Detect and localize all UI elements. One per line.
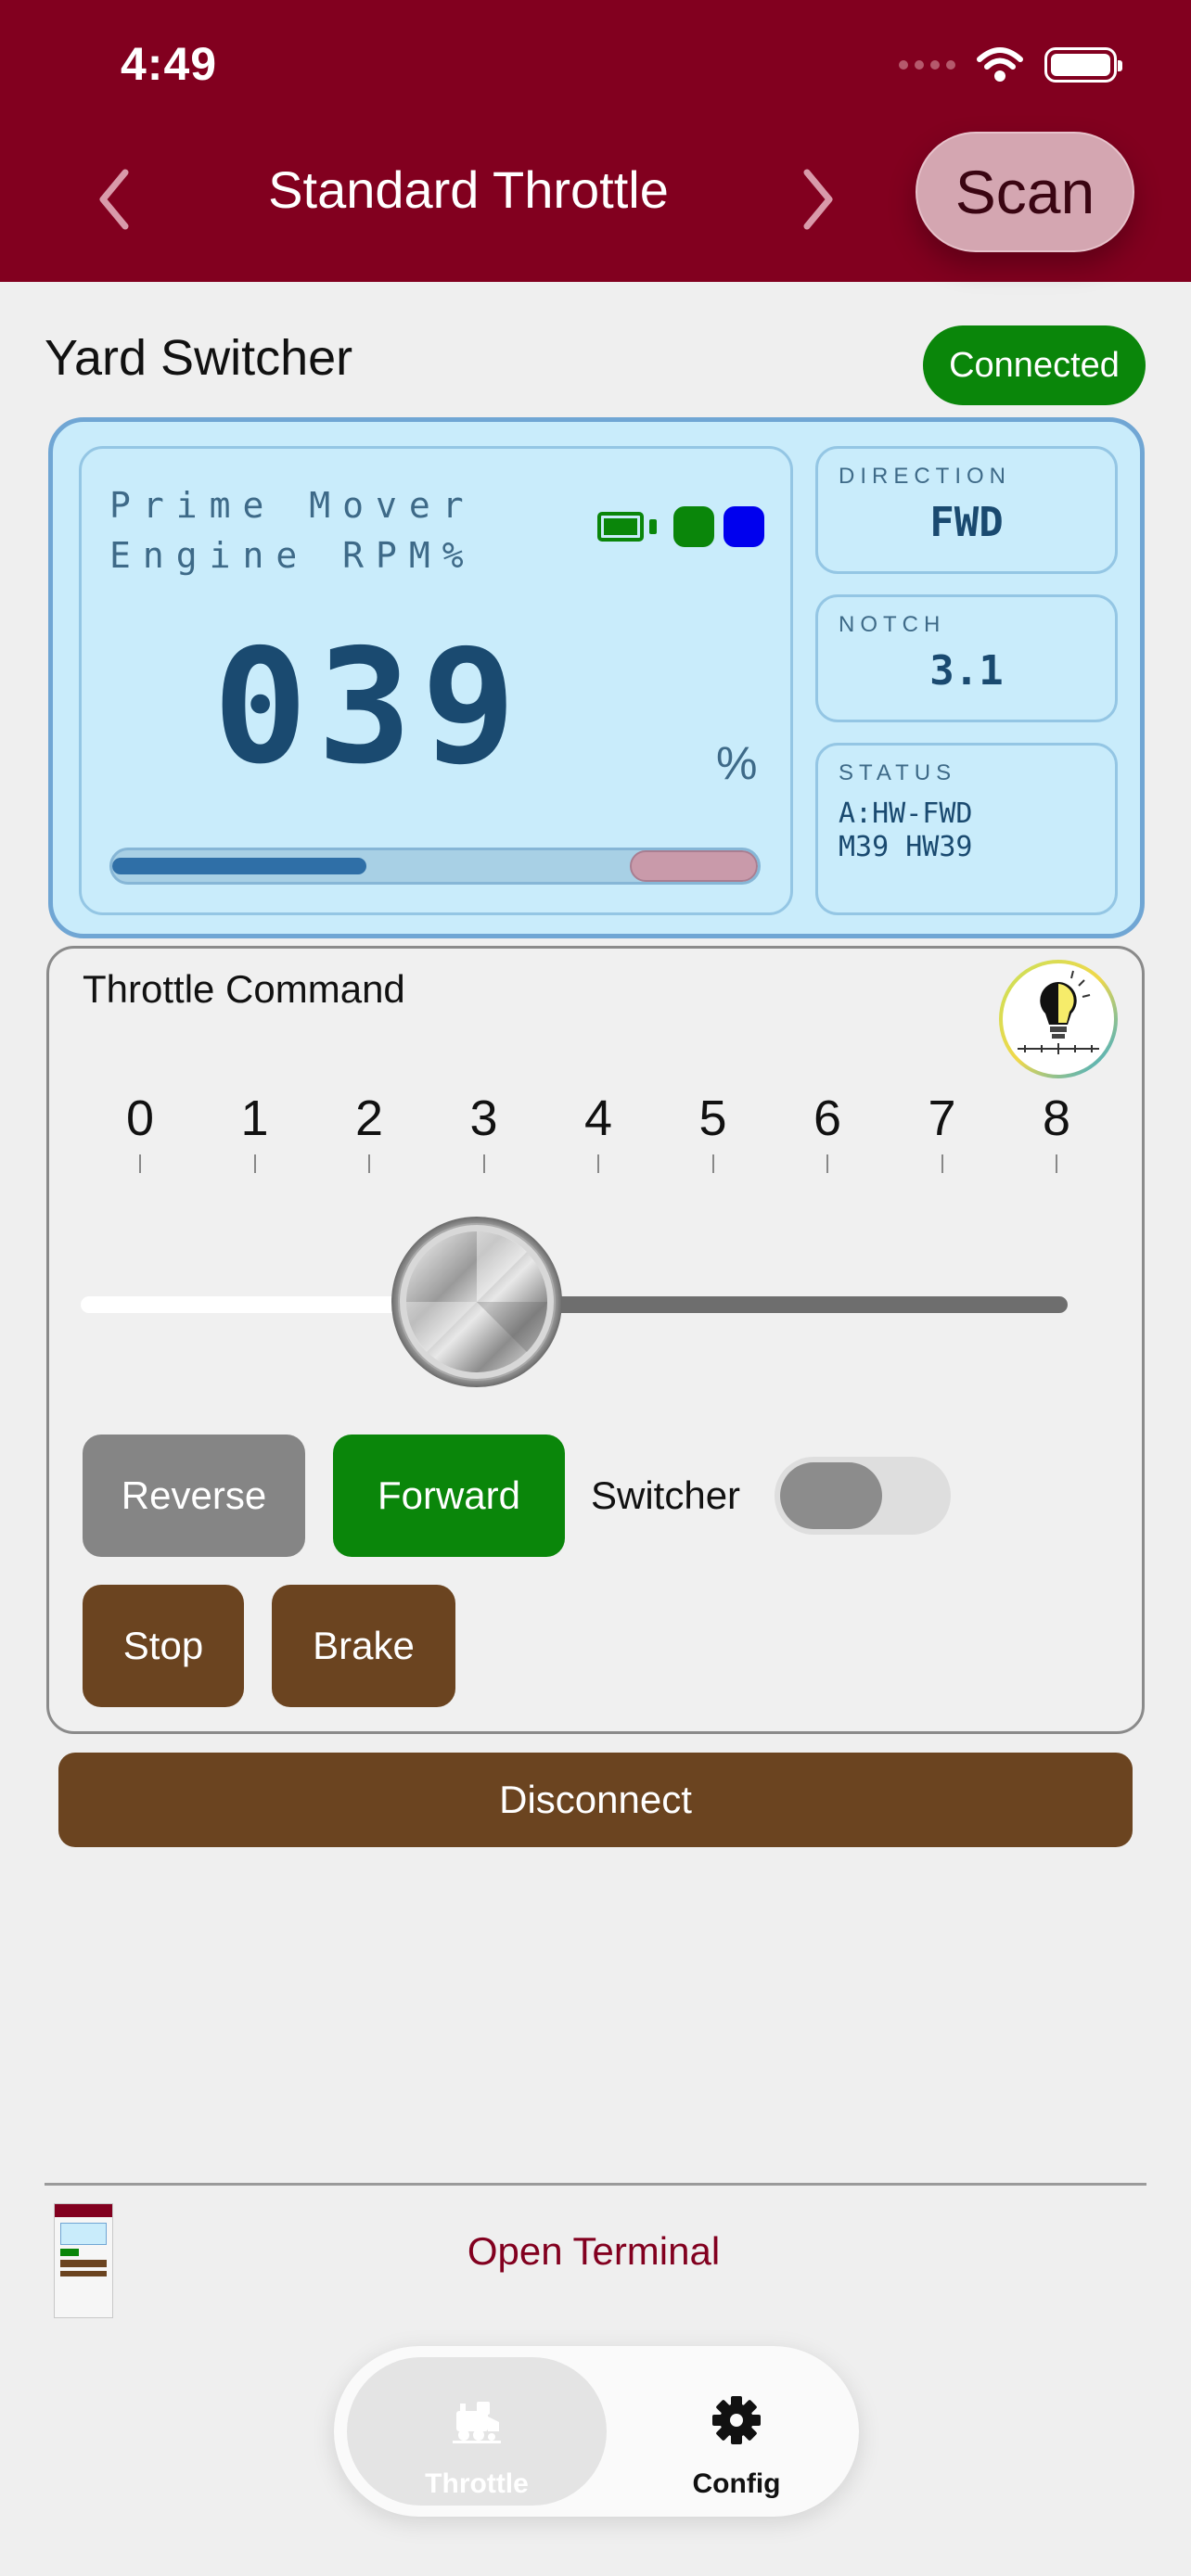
reverse-button[interactable]: Reverse <box>83 1435 305 1557</box>
light-bulb-icon[interactable] <box>997 958 1120 1080</box>
tab-throttle-label: Throttle <box>425 2468 529 2499</box>
rpm-progress-fill <box>112 858 366 874</box>
direction-card: DIRECTION FWD <box>815 446 1118 574</box>
nav-header: 4:49 Standard Throttle Scan <box>0 0 1191 282</box>
notch-tick-mark <box>139 1154 141 1173</box>
status-time: 4:49 <box>121 38 218 90</box>
divider <box>45 2183 1146 2186</box>
tab-config[interactable]: Config <box>627 2357 846 2506</box>
notch-tick-label: 8 <box>1042 1090 1071 1146</box>
status-line1: A:HW-FWD <box>839 797 973 830</box>
rpm-progress-bar <box>109 848 761 885</box>
notch-tick-label: 3 <box>469 1090 498 1146</box>
status-icons <box>899 46 1122 83</box>
rpm-card: Prime Mover Engine RPM% 039 % <box>79 446 793 915</box>
status-card: STATUS A:HW-FWD M39 HW39 <box>815 743 1118 915</box>
status-light-blue <box>724 506 764 547</box>
train-icon <box>453 2402 501 2443</box>
status-label: STATUS <box>839 760 957 785</box>
notch-tick-mark <box>826 1154 828 1173</box>
switcher-toggle[interactable] <box>775 1457 951 1535</box>
wifi-icon <box>977 47 1023 82</box>
stop-button[interactable]: Stop <box>83 1585 244 1707</box>
notch-card: NOTCH 3.1 <box>815 594 1118 722</box>
brake-button[interactable]: Brake <box>272 1585 455 1707</box>
chevron-right-icon[interactable] <box>800 167 837 232</box>
indicator-lights <box>597 506 764 547</box>
status-line2: M39 HW39 <box>839 831 973 863</box>
chevron-left-icon[interactable] <box>96 167 133 232</box>
open-terminal-link[interactable]: Open Terminal <box>315 2229 872 2274</box>
notch-tick-mark <box>482 1154 485 1173</box>
cellular-signal-icon <box>899 60 955 70</box>
scan-button[interactable]: Scan <box>916 132 1134 252</box>
battery-icon <box>1044 47 1122 83</box>
rpm-label-line1: Prime Mover <box>109 485 476 526</box>
throttle-command-title: Throttle Command <box>83 967 405 1011</box>
rpm-label: Prime Mover Engine RPM% <box>109 480 476 580</box>
power-indicator-tip <box>649 519 657 534</box>
gear-icon <box>712 2396 761 2444</box>
disconnect-button[interactable]: Disconnect <box>58 1753 1133 1847</box>
notch-tick-label: 4 <box>583 1090 613 1146</box>
notch-tick-mark <box>1056 1154 1057 1173</box>
notch-tick-label: 2 <box>354 1090 384 1146</box>
rpm-unit: % <box>716 737 758 789</box>
direction-value: FWD <box>929 499 1004 546</box>
rpm-label-line2: Engine RPM% <box>109 535 476 576</box>
power-indicator-icon <box>597 512 644 542</box>
rpm-redline-zone <box>630 850 758 882</box>
throttle-knob[interactable] <box>389 1214 565 1390</box>
terminal-thumbnail[interactable] <box>54 2203 113 2318</box>
notch-label: NOTCH <box>839 612 946 637</box>
slider-track-empty[interactable] <box>513 1296 1068 1313</box>
telemetry-display: Prime Mover Engine RPM% 039 % DIRECTION … <box>48 417 1145 938</box>
notch-tick-mark <box>711 1154 714 1173</box>
loco-name: Yard Switcher <box>45 330 353 386</box>
direction-label: DIRECTION <box>839 464 1011 489</box>
switcher-toggle-knob <box>780 1462 882 1529</box>
tab-config-label: Config <box>692 2468 781 2499</box>
forward-button[interactable]: Forward <box>333 1435 565 1557</box>
notch-tick-label: 6 <box>813 1090 842 1146</box>
notch-tick-mark <box>253 1154 256 1173</box>
notch-tick-mark <box>941 1154 943 1173</box>
throttle-command-card: Throttle Command 0 1 2 3 4 5 6 7 8 Reverse Forwa… <box>46 946 1145 1734</box>
rpm-value: 039 <box>212 616 526 799</box>
notch-tick-label: 1 <box>240 1090 269 1146</box>
page-title: Standard Throttle <box>268 160 669 219</box>
connection-status-badge: Connected <box>923 325 1146 405</box>
tab-bar: Throttle Config <box>334 2346 859 2517</box>
switcher-label: Switcher <box>591 1473 741 1517</box>
tab-throttle[interactable]: Throttle <box>347 2357 607 2506</box>
notch-tick-mark <box>597 1154 599 1173</box>
notch-tick-mark <box>368 1154 370 1173</box>
notch-tick-label: 0 <box>125 1090 155 1146</box>
status-light-green <box>673 506 714 547</box>
notch-value: 3.1 <box>929 647 1004 695</box>
notch-tick-label: 7 <box>928 1090 956 1146</box>
notch-tick-label: 5 <box>698 1090 727 1146</box>
status-lines: A:HW-FWD M39 HW39 <box>839 797 973 864</box>
